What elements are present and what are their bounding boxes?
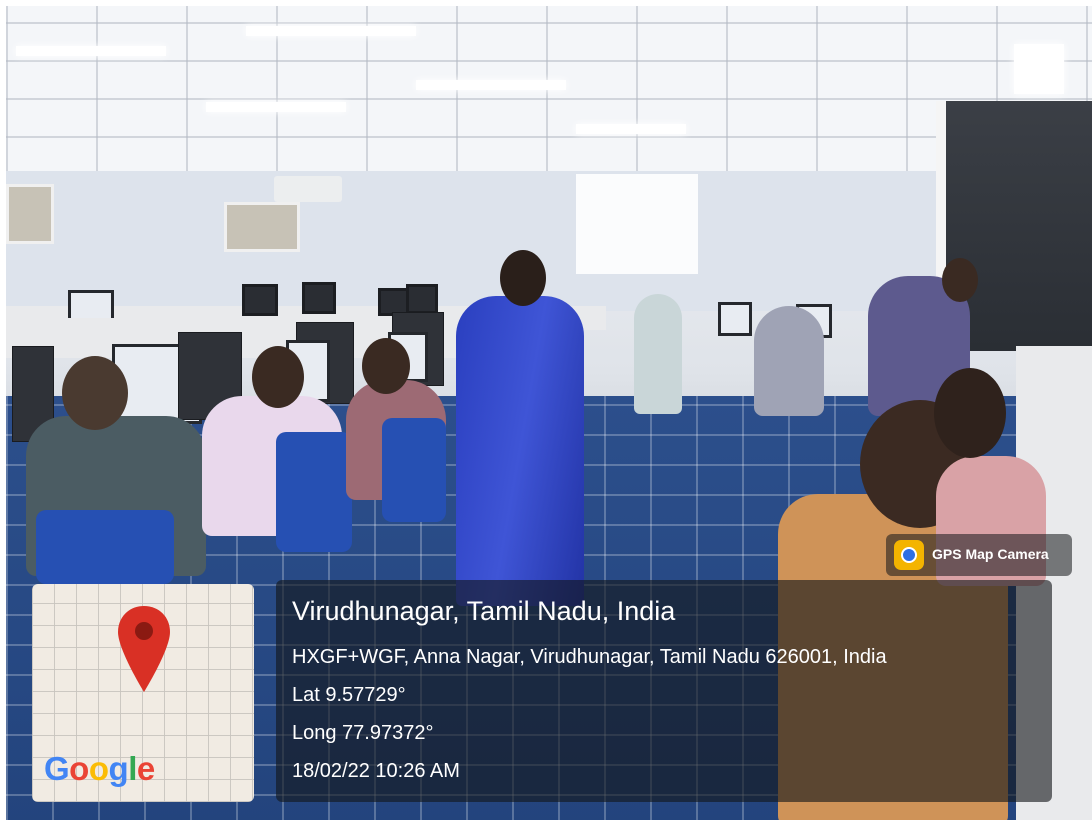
google-logo: Google <box>44 750 155 787</box>
app-badge-label: GPS Map Camera <box>932 546 1049 562</box>
monitor <box>406 284 438 314</box>
monitor <box>242 284 278 316</box>
monitor <box>718 302 752 336</box>
office-chair <box>382 418 446 522</box>
map-thumbnail: Google <box>32 584 254 802</box>
air-conditioner <box>274 176 342 202</box>
projector-screen <box>576 174 698 274</box>
ceiling-light <box>16 46 166 56</box>
wall-window <box>224 202 300 252</box>
ceiling-light <box>1014 44 1064 94</box>
office-chair <box>276 432 352 552</box>
location-info-panel: Virudhunagar, Tamil Nadu, India HXGF+WGF… <box>276 580 1052 802</box>
standing-participant <box>634 294 682 414</box>
participant-head <box>252 346 304 408</box>
instructor-in-blue-saree <box>456 296 584 606</box>
instructor-head <box>500 250 546 306</box>
participant-head <box>942 258 978 302</box>
monitor <box>302 282 336 314</box>
ceiling-light <box>576 124 686 134</box>
datetime-text: 18/02/22 10:26 AM <box>292 760 460 782</box>
ceiling-light <box>246 26 416 36</box>
gps-map-camera-icon <box>894 540 924 570</box>
address-text: HXGF+WGF, Anna Nagar, Virudhunagar, Tami… <box>292 646 887 668</box>
participant-head <box>934 368 1006 458</box>
map-pin-icon <box>118 606 170 692</box>
location-title: Virudhunagar, Tamil Nadu, India <box>292 596 676 626</box>
seated-participant <box>754 306 824 416</box>
ceiling-light <box>206 102 346 112</box>
participant-head <box>362 338 410 394</box>
latitude-text: Lat 9.57729° <box>292 684 406 706</box>
wall-window <box>6 184 54 244</box>
app-badge: GPS Map Camera <box>886 534 1072 576</box>
ceiling <box>6 6 1092 176</box>
longitude-text: Long 77.97372° <box>292 722 434 744</box>
participant-head <box>62 356 128 430</box>
ceiling-light <box>416 80 566 90</box>
office-chair <box>36 510 174 584</box>
